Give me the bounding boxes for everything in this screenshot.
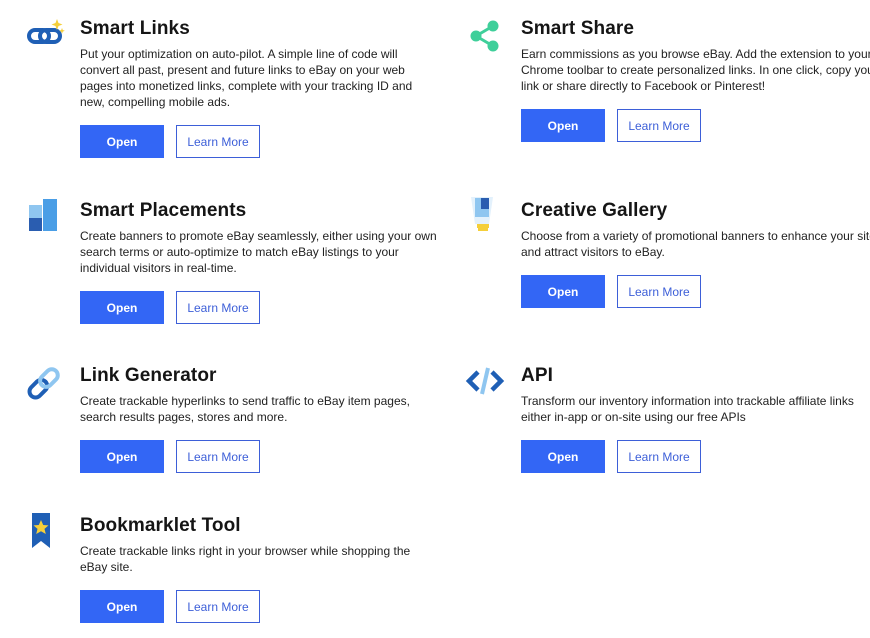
tool-title: Creative Gallery [521,200,668,221]
tool-api: API Transform our inventory information … [465,365,870,473]
learn-more-button[interactable]: Learn More [617,440,701,473]
gallery-icon [463,194,503,234]
tool-smart-links: Smart Links Put your optimization on aut… [27,18,440,158]
tool-smart-placements: Smart Placements Create banners to promo… [29,199,440,324]
tool-description: Put your optimization on auto-pilot. A s… [80,47,413,109]
tool-description: Earn commissions as you browse eBay. Add… [521,47,870,93]
tool-title: Smart Share [521,18,635,39]
open-button[interactable]: Open [521,440,605,473]
tool-description: Create trackable hyperlinks to send traf… [80,394,410,424]
open-button[interactable]: Open [80,125,164,158]
open-button[interactable]: Open [80,291,164,324]
tool-description: Transform our inventory information into… [521,394,854,424]
learn-more-button[interactable]: Learn More [617,109,701,142]
learn-more-button[interactable]: Learn More [176,590,260,623]
share-icon [465,16,505,56]
tool-link-generator: Link Generator Create trackable hyperlin… [27,365,440,473]
open-button[interactable]: Open [80,590,164,623]
tool-title: Bookmarklet Tool [80,515,241,536]
tool-creative-gallery: Creative Gallery Choose from a variety o… [471,197,870,308]
open-button[interactable]: Open [521,275,605,308]
tool-smart-share: Smart Share Earn commissions as you brow… [470,18,870,142]
tool-title: Link Generator [80,365,217,386]
tool-bookmarklet: Bookmarklet Tool Create trackable links … [32,513,440,623]
learn-more-button[interactable]: Learn More [176,291,260,324]
link-icon [24,363,64,403]
tool-title: API [521,365,553,386]
code-icon [465,361,505,401]
open-button[interactable]: Open [80,440,164,473]
learn-more-button[interactable]: Learn More [176,440,260,473]
tool-description: Create trackable links right in your bro… [80,544,411,574]
bookmark-icon [22,511,62,551]
placements-icon [26,196,66,236]
tool-title: Smart Placements [80,200,247,221]
learn-more-button[interactable]: Learn More [176,125,260,158]
smart-links-icon [26,16,66,56]
learn-more-button[interactable]: Learn More [617,275,701,308]
open-button[interactable]: Open [521,109,605,142]
tool-description: Choose from a variety of promotional ban… [521,229,870,259]
tool-description: Create banners to promote eBay seamlessl… [80,229,437,275]
tool-title: Smart Links [80,18,190,39]
